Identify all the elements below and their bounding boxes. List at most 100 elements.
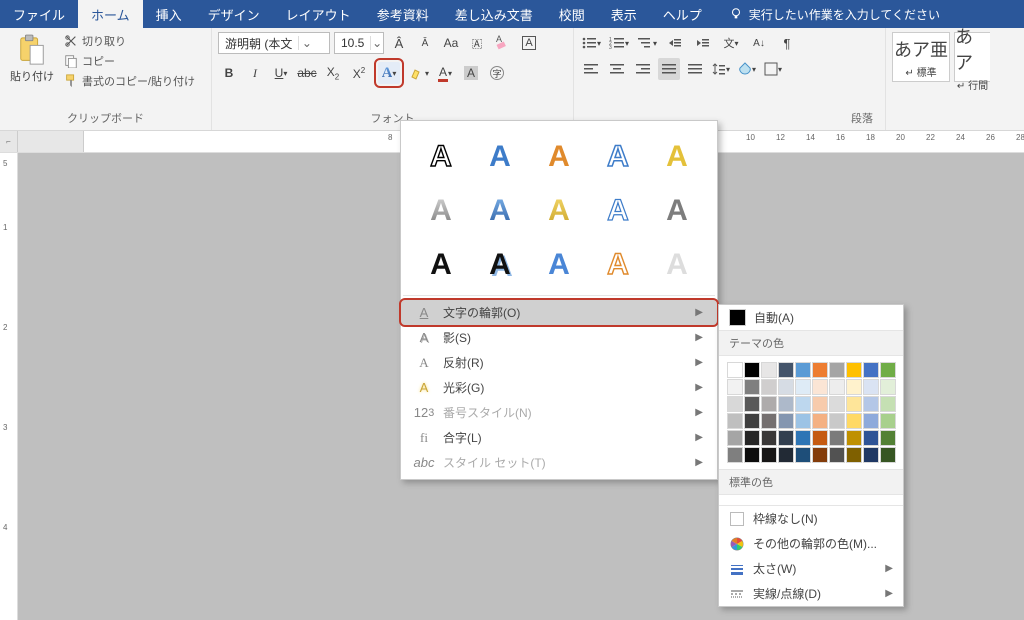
cm-weight[interactable]: 太さ(W) ▶ bbox=[719, 556, 903, 581]
clear-format-button[interactable]: A bbox=[492, 32, 514, 54]
font-name-select[interactable]: 游明朝 (本文 ⌄ bbox=[218, 32, 330, 54]
color-swatch[interactable] bbox=[863, 413, 879, 429]
font-color-button[interactable]: A▾ bbox=[434, 62, 456, 84]
color-swatch[interactable] bbox=[812, 379, 828, 395]
color-swatch[interactable] bbox=[744, 447, 760, 463]
fx-preset-12[interactable]: AA bbox=[474, 239, 527, 287]
align-justify-button[interactable] bbox=[658, 58, 680, 80]
menu-review[interactable]: 校閲 bbox=[546, 0, 598, 28]
multilevel-list-button[interactable]: ▾ bbox=[636, 32, 658, 54]
increase-indent-button[interactable] bbox=[692, 32, 714, 54]
color-swatch[interactable] bbox=[880, 396, 896, 412]
color-swatch[interactable] bbox=[761, 379, 777, 395]
fx-preset-5[interactable]: A bbox=[650, 131, 703, 179]
color-swatch[interactable] bbox=[863, 362, 879, 378]
color-swatch[interactable] bbox=[812, 430, 828, 446]
fx-shadow[interactable]: A 影(S) ▶ bbox=[401, 325, 717, 350]
color-swatch[interactable] bbox=[863, 396, 879, 412]
color-swatch[interactable] bbox=[863, 379, 879, 395]
color-swatch[interactable] bbox=[761, 447, 777, 463]
cm-dash[interactable]: 実線/点線(D) ▶ bbox=[719, 581, 903, 606]
color-swatch[interactable] bbox=[778, 362, 794, 378]
color-swatch[interactable] bbox=[829, 447, 845, 463]
color-swatch[interactable] bbox=[846, 379, 862, 395]
color-swatch[interactable] bbox=[778, 413, 794, 429]
menu-design[interactable]: デザイン bbox=[195, 0, 273, 28]
color-swatch[interactable] bbox=[812, 362, 828, 378]
color-swatch[interactable] bbox=[795, 379, 811, 395]
color-swatch[interactable] bbox=[829, 379, 845, 395]
menu-insert[interactable]: 挿入 bbox=[143, 0, 195, 28]
cm-more-colors[interactable]: その他の輪郭の色(M)... bbox=[719, 531, 903, 556]
menu-view[interactable]: 表示 bbox=[598, 0, 650, 28]
color-swatch[interactable] bbox=[744, 396, 760, 412]
fx-preset-1[interactable]: A bbox=[415, 131, 468, 179]
char-border-button[interactable]: A bbox=[518, 32, 540, 54]
italic-button[interactable]: I bbox=[244, 62, 266, 84]
fx-preset-4[interactable]: A bbox=[591, 131, 644, 179]
font-size-select[interactable]: 10.5 ⌄ bbox=[334, 32, 384, 54]
grow-font-button[interactable]: Â bbox=[388, 32, 410, 54]
color-swatch[interactable] bbox=[778, 396, 794, 412]
fx-ligature[interactable]: fi 合字(L) ▶ bbox=[401, 425, 717, 450]
color-swatch[interactable] bbox=[880, 413, 896, 429]
color-swatch[interactable] bbox=[795, 447, 811, 463]
color-swatch[interactable] bbox=[846, 396, 862, 412]
fx-preset-7[interactable]: A bbox=[474, 185, 527, 233]
color-swatch[interactable] bbox=[846, 447, 862, 463]
fx-preset-9[interactable]: A bbox=[591, 185, 644, 233]
color-swatch[interactable] bbox=[761, 430, 777, 446]
fx-preset-8[interactable]: A bbox=[533, 185, 586, 233]
fx-preset-13[interactable]: AA bbox=[533, 239, 586, 287]
phonetic-guide-button[interactable]: 🇦 bbox=[466, 32, 488, 54]
align-right-button[interactable] bbox=[632, 58, 654, 80]
color-swatch[interactable] bbox=[761, 413, 777, 429]
cm-auto[interactable]: 自動(A) bbox=[719, 305, 903, 330]
copy-button[interactable]: コピー bbox=[62, 52, 197, 70]
menu-help[interactable]: ヘルプ bbox=[650, 0, 715, 28]
color-swatch[interactable] bbox=[880, 430, 896, 446]
color-swatch[interactable] bbox=[863, 447, 879, 463]
color-swatch[interactable] bbox=[829, 362, 845, 378]
color-swatch[interactable] bbox=[795, 430, 811, 446]
color-swatch[interactable] bbox=[829, 430, 845, 446]
color-swatch[interactable] bbox=[880, 362, 896, 378]
fx-preset-14[interactable]: A bbox=[591, 239, 644, 287]
cut-button[interactable]: 切り取り bbox=[62, 32, 197, 50]
fx-reflection[interactable]: A 反射(R) ▶ bbox=[401, 350, 717, 375]
menu-mailings[interactable]: 差し込み文書 bbox=[442, 0, 546, 28]
paste-button[interactable]: 貼り付け bbox=[6, 32, 58, 86]
fx-preset-3[interactable]: A bbox=[533, 131, 586, 179]
color-swatch[interactable] bbox=[795, 396, 811, 412]
cm-no-outline[interactable]: 枠線なし(N) bbox=[719, 506, 903, 531]
color-swatch[interactable] bbox=[744, 362, 760, 378]
menu-layout[interactable]: レイアウト bbox=[273, 0, 364, 28]
color-swatch[interactable] bbox=[795, 362, 811, 378]
align-left-button[interactable] bbox=[580, 58, 602, 80]
shrink-font-button[interactable]: Ǎ bbox=[414, 32, 436, 54]
format-painter-button[interactable]: 書式のコピー/貼り付け bbox=[62, 72, 197, 90]
strike-button[interactable]: abc bbox=[296, 62, 318, 84]
color-swatch[interactable] bbox=[778, 379, 794, 395]
fx-preset-10[interactable]: A bbox=[650, 185, 703, 233]
menu-references[interactable]: 参考資料 bbox=[364, 0, 442, 28]
bullets-button[interactable]: ▾ bbox=[580, 32, 602, 54]
char-shading-button[interactable]: A bbox=[460, 62, 482, 84]
menu-file[interactable]: ファイル bbox=[0, 0, 78, 28]
color-swatch[interactable] bbox=[846, 430, 862, 446]
color-swatch[interactable] bbox=[880, 379, 896, 395]
borders-button[interactable]: ▾ bbox=[762, 58, 784, 80]
distributed-button[interactable] bbox=[684, 58, 706, 80]
color-swatch[interactable] bbox=[727, 413, 743, 429]
color-swatch[interactable] bbox=[727, 362, 743, 378]
line-spacing-button[interactable]: ▾ bbox=[710, 58, 732, 80]
style-next[interactable]: あア ↵ 行間 bbox=[954, 32, 990, 82]
color-swatch[interactable] bbox=[778, 447, 794, 463]
text-effects-button[interactable]: A▾ bbox=[378, 62, 400, 84]
subscript-button[interactable]: X2 bbox=[322, 62, 344, 84]
color-swatch[interactable] bbox=[727, 396, 743, 412]
color-swatch[interactable] bbox=[829, 396, 845, 412]
color-swatch[interactable] bbox=[727, 447, 743, 463]
color-swatch[interactable] bbox=[812, 413, 828, 429]
menu-home[interactable]: ホーム bbox=[78, 0, 143, 28]
